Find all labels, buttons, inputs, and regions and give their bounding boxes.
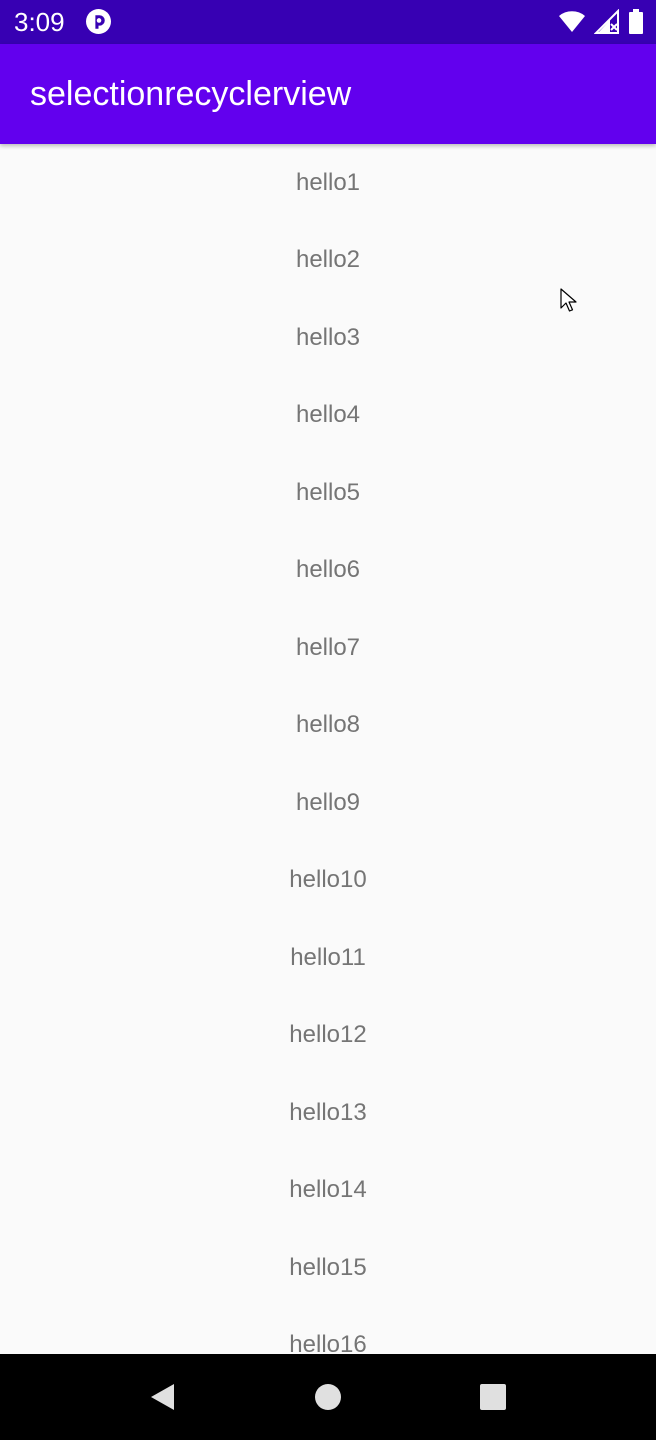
wifi-icon	[559, 11, 585, 32]
list-item[interactable]: hello13	[0, 1074, 656, 1152]
list-item-label: hello10	[289, 866, 367, 894]
navigation-bar	[0, 1354, 656, 1440]
list-item-label: hello11	[290, 943, 366, 971]
pocket-casts-icon	[86, 9, 111, 34]
list-item[interactable]: hello10	[0, 842, 656, 920]
phone-screen: 3:09 selectionrecyclerview hello1 hello2…	[0, 0, 656, 1440]
list-item[interactable]: hello5	[0, 454, 656, 532]
home-circle-icon[interactable]	[313, 1382, 343, 1412]
list-item[interactable]: hello9	[0, 764, 656, 842]
recycler-list[interactable]: hello1 hello2 hello3 hello4 hello5 hello…	[0, 144, 656, 1354]
status-time: 3:09	[14, 7, 65, 37]
list-item[interactable]: hello4	[0, 377, 656, 455]
recents-square-icon[interactable]	[478, 1382, 508, 1412]
list-item-label: hello2	[295, 246, 361, 274]
list-item[interactable]: hello11	[0, 919, 656, 997]
list-item-label: hello3	[295, 323, 361, 351]
list-item[interactable]: hello2	[0, 222, 656, 300]
list-item[interactable]: hello7	[0, 609, 656, 687]
cell-signal-no-data-icon	[594, 9, 619, 34]
list-item-label: hello1	[295, 168, 361, 196]
list-item[interactable]: hello8	[0, 687, 656, 765]
list-item[interactable]: hello6	[0, 532, 656, 610]
list-item-label: hello14	[289, 1176, 367, 1204]
list-item-label: hello4	[295, 401, 361, 429]
list-item[interactable]: hello3	[0, 299, 656, 377]
list-item[interactable]: hello16	[0, 1307, 656, 1354]
status-bar: 3:09	[0, 0, 656, 44]
list-item-label: hello5	[295, 478, 361, 506]
list-item-label: hello9	[295, 788, 361, 816]
list-item-label: hello12	[289, 1021, 367, 1049]
list-item-label: hello16	[289, 1331, 367, 1354]
status-icons	[558, 8, 644, 36]
list-item[interactable]: hello14	[0, 1152, 656, 1230]
app-bar: selectionrecyclerview	[0, 44, 656, 144]
list-item-label: hello7	[295, 633, 361, 661]
list-item[interactable]: hello15	[0, 1229, 656, 1307]
list-item-label: hello15	[289, 1253, 367, 1281]
list-item-label: hello13	[289, 1098, 367, 1126]
back-triangle-icon[interactable]	[148, 1382, 178, 1412]
app-title: selectionrecyclerview	[30, 75, 352, 113]
list-item-label: hello6	[295, 556, 361, 584]
list-item[interactable]: hello1	[0, 144, 656, 222]
list-item[interactable]: hello12	[0, 997, 656, 1075]
battery-icon	[629, 9, 643, 34]
list-item-label: hello8	[295, 711, 361, 739]
mouse-pointer-icon	[560, 288, 577, 312]
